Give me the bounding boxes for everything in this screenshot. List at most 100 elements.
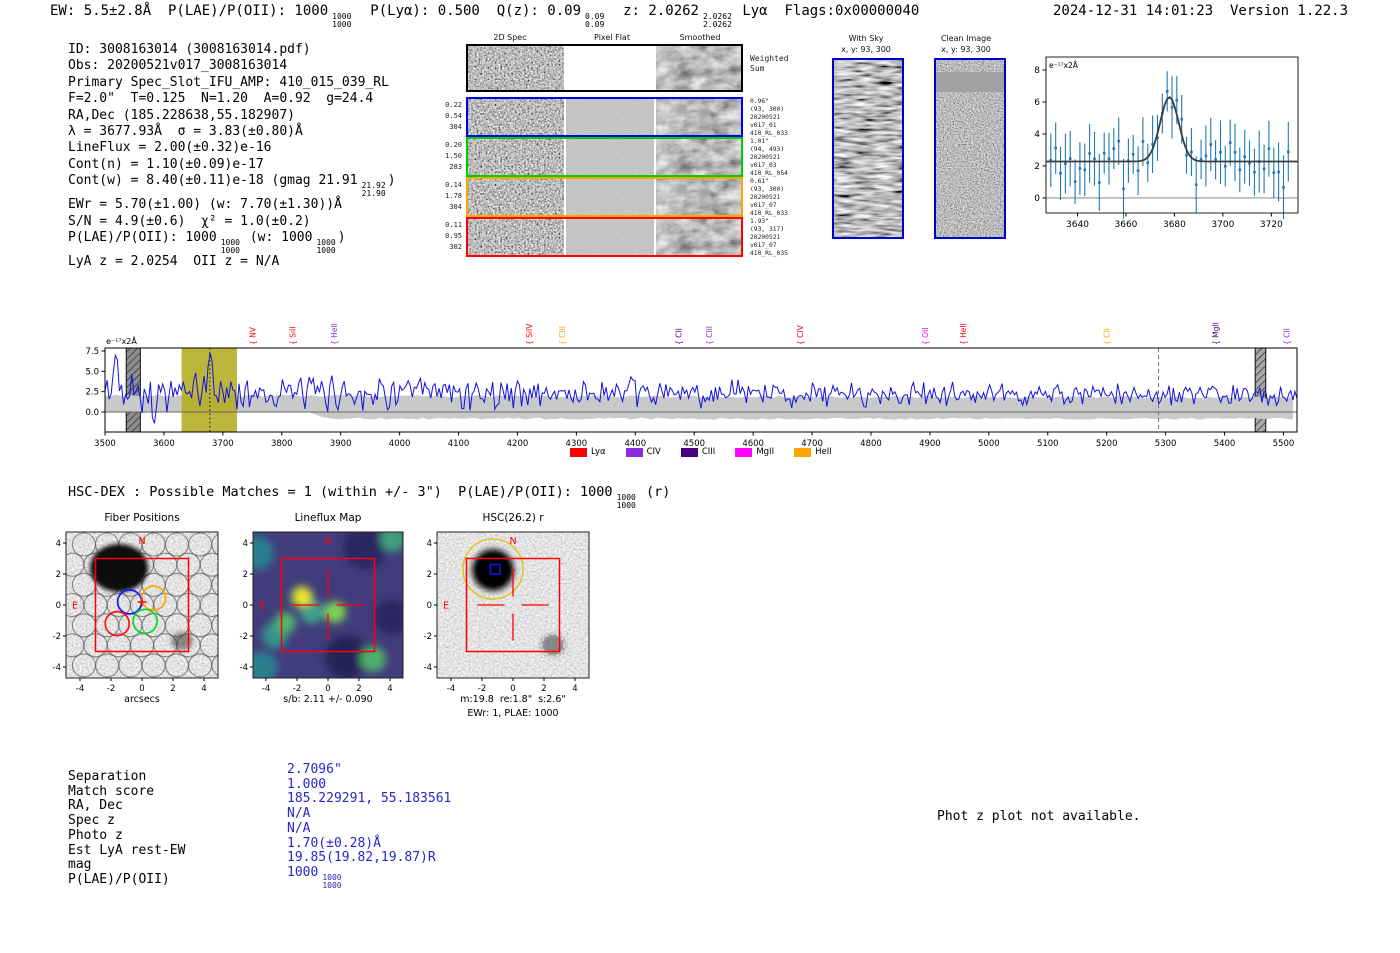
svg-text:0: 0: [1034, 194, 1040, 204]
svg-text:5000: 5000: [978, 439, 1000, 449]
svg-text:4: 4: [1034, 130, 1040, 140]
svg-text:3500: 3500: [94, 439, 116, 449]
svg-text:0: 0: [510, 684, 515, 694]
svg-text:2: 2: [56, 570, 61, 580]
svg-text:5200: 5200: [1096, 439, 1118, 449]
svg-text:2: 2: [356, 684, 361, 694]
spec2d-row-0: [466, 44, 743, 92]
svg-text:e⁻¹⁷x2Å: e⁻¹⁷x2Å: [1049, 61, 1079, 70]
legend-item-CIV: CIV: [625, 447, 661, 457]
withsky-image: [832, 58, 904, 239]
line-label-CII: { CII: [674, 328, 683, 345]
spec2d-row-right-labels: 0.61" (93, 300) 20200521 v017_07 410_RL_033: [750, 178, 788, 217]
svg-text:7.5: 7.5: [85, 347, 99, 357]
line-label-HeII: { HeII: [330, 323, 339, 345]
stacked-fraction: 1000 1000: [316, 238, 336, 255]
mag-caption: m:19.8 re:1.8" s:2.6": [460, 694, 566, 705]
svg-text:-2: -2: [240, 632, 248, 642]
match-row-label: RA, Dec: [68, 798, 123, 814]
svg-text:5.0: 5.0: [85, 367, 99, 377]
spec2d-col-title: 2D Spec: [493, 33, 527, 42]
match-row-label: Spec z: [68, 813, 115, 829]
arcsecs-label: arcsecs: [124, 694, 160, 705]
stacked-fraction: 0.09 0.09: [585, 12, 605, 29]
legend-item-Lyα: Lyα: [570, 447, 606, 457]
line-label-CIV: { CIV: [796, 324, 805, 345]
spec2d-row-right-labels: Weighted Sum: [750, 54, 789, 73]
detection-info-block: ID: 3008163014 (3008163014.pdf) Obs: 2020…: [68, 42, 396, 271]
svg-text:3720: 3720: [1260, 220, 1283, 230]
match-row-label: P(LAE)/P(OII): [68, 871, 170, 887]
svg-text:-2: -2: [424, 632, 432, 642]
svg-text:2: 2: [243, 570, 248, 580]
svg-text:-4: -4: [424, 663, 432, 673]
svg-text:e⁻¹⁷x2Å: e⁻¹⁷x2Å: [106, 335, 137, 346]
smoothed-col-title: Smoothed: [679, 33, 721, 42]
svg-text:-2: -2: [293, 684, 301, 694]
emission-line-fit-plot: 3640 3660 3680 3700 3720 0 2 4 6 8 e⁻¹⁷x2Å: [1034, 56, 1299, 230]
hsc-cutout-panel: N E -4 -4 -2 -2 0 0 2 2 4 4: [424, 531, 590, 694]
svg-text:3680: 3680: [1163, 220, 1186, 230]
svg-text:-2: -2: [107, 684, 115, 694]
line-label-CIII: { CIII: [705, 326, 714, 345]
north-label: N: [324, 536, 331, 547]
legend-swatch: [680, 447, 698, 457]
match-table-values: 2.7096" 1.000 185.229291, 55.183561 N/A N/A 1…: [287, 762, 451, 890]
info-line: S/N = 4.9(±0.6) χ² = 1.0(±0.2): [68, 213, 311, 229]
svg-text:-4: -4: [76, 684, 84, 694]
full-spectrum-plot: 3500 3600 3700 3800 3900 4000 4100 4200 4300 4400…: [85, 322, 1298, 449]
spectrum-legend: Lyα CIV CIII MgII HeII: [570, 447, 832, 457]
north-label: N: [509, 536, 516, 547]
svg-text:4: 4: [572, 684, 577, 694]
legend-item-MgII: MgII: [735, 447, 774, 457]
svg-text:4: 4: [243, 539, 248, 549]
svg-text:0: 0: [56, 601, 61, 611]
legend-swatch: [570, 447, 587, 457]
svg-text:0: 0: [139, 684, 144, 694]
summary-header-line: EW: 5.5±2.8Å P(LAE)/P(OII): 1000 1000 1000…: [50, 3, 920, 29]
match-row-value: 19.85(19.82,19.87)R: [287, 850, 436, 866]
info-line: LineFlux = 2.00(±0.32)e-16: [68, 140, 272, 156]
match-row-value: N/A: [287, 806, 311, 822]
legend-swatch: [735, 447, 753, 457]
cleanimage-image: [934, 58, 1006, 239]
legend-item-CIII: CIII: [680, 447, 715, 457]
legend-item-HeII: HeII: [794, 447, 832, 457]
north-label: N: [138, 536, 145, 547]
spec2d-row-2: [466, 137, 743, 177]
info-line: Primary Spec_Slot_IFU_AMP: 410_015_039_R…: [68, 74, 389, 90]
info-line: ID: 3008163014 (3008163014.pdf): [68, 42, 311, 57]
svg-text:3600: 3600: [153, 439, 175, 449]
line-label-MgII: { MgII: [1212, 322, 1221, 345]
info-line: Cont(n) = 1.10(±0.09)e-17: [68, 156, 264, 172]
match-row-value: 1.000: [287, 776, 327, 792]
svg-text:5500: 5500: [1273, 439, 1295, 449]
svg-text:0: 0: [427, 601, 432, 611]
spec2d-row-1: [466, 97, 743, 137]
line-label-CII: { CII: [1282, 328, 1291, 345]
svg-text:2: 2: [541, 684, 546, 694]
stacked-fraction: 2.0262 2.0262: [702, 12, 732, 29]
svg-text:-4: -4: [53, 663, 61, 673]
match-row-value: 1000 1000 1000: [287, 864, 342, 890]
svg-text:2: 2: [1034, 162, 1040, 172]
svg-text:0.0: 0.0: [85, 408, 99, 418]
stacked-fraction: 1000 1000: [322, 872, 342, 890]
svg-text:3700: 3700: [1211, 220, 1234, 230]
svg-text:8: 8: [1034, 66, 1040, 76]
match-row-value: 2.7096": [287, 762, 342, 777]
svg-text:4: 4: [56, 539, 61, 549]
spec2d-row-right-labels: 1.93" (93, 317) 20200521 v017_07 410_RL_035: [750, 218, 788, 257]
match-row-label: Est LyA rest-EW: [68, 842, 186, 858]
line-label-CII: { CII: [1103, 328, 1112, 345]
svg-text:3640: 3640: [1066, 220, 1089, 230]
svg-text:4: 4: [427, 539, 432, 549]
sb-caption: s/b: 2.11 +/- 0.090: [283, 694, 373, 705]
line-label-SiIV: { SiIV: [525, 323, 534, 345]
pixelflat-col-title: Pixel Flat: [594, 33, 630, 42]
east-label: E: [72, 601, 78, 612]
spec2d-row-4: [466, 217, 743, 257]
spec2d-row-left-labels: 0.11 0.95 302: [445, 221, 462, 251]
line-label-NV: { NV: [248, 326, 257, 345]
svg-text:2.5: 2.5: [85, 388, 99, 398]
